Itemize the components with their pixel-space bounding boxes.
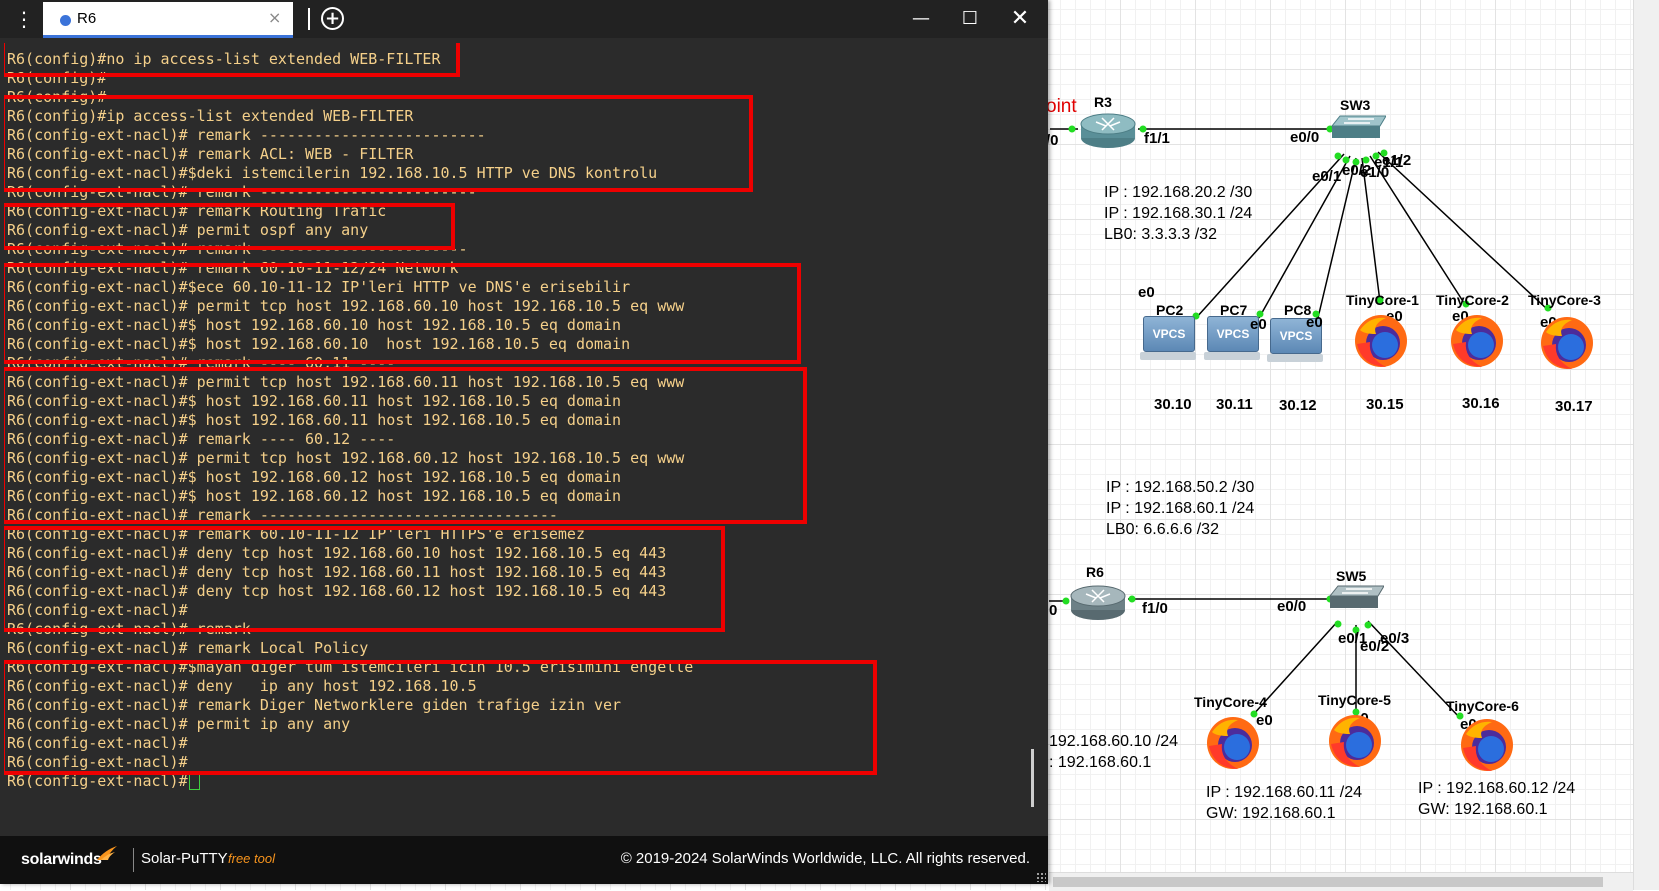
annotation-box bbox=[4, 660, 877, 775]
annotation-box bbox=[4, 263, 801, 364]
r3-right-if: f1/1 bbox=[1144, 130, 1170, 147]
tab-r6[interactable]: R6 × bbox=[43, 2, 293, 38]
title-bar: ⋮ R6 × + — ☐ ✕ bbox=[0, 0, 1048, 38]
terminal-output[interactable]: R6(config)#no ip access-list extended WE… bbox=[4, 43, 1022, 829]
maximize-button[interactable]: ☐ bbox=[955, 6, 985, 32]
r3-note: IP : 192.168.20.2 /30 IP : 192.168.30.1 … bbox=[1104, 184, 1253, 243]
sw5-name: SW5 bbox=[1336, 568, 1367, 584]
solarwinds-logo: solarwinds bbox=[21, 851, 102, 868]
ip-tag: 30.17 bbox=[1555, 398, 1593, 415]
annotation-box bbox=[4, 526, 725, 632]
copyright-text: © 2019-2024 SolarWinds Worldwide, LLC. A… bbox=[620, 850, 1030, 867]
pc2-name: PC2 bbox=[1156, 302, 1184, 318]
tinycore3-name: TinyCore-3 bbox=[1528, 292, 1601, 308]
r6-left-if: 0 bbox=[1049, 602, 1058, 619]
sw3-if-e01: e0/1 bbox=[1312, 168, 1342, 185]
tinycore6-note: IP : 192.168.60.12 /24 GW: 192.168.60.1 bbox=[1418, 780, 1576, 818]
sw5-if-e00: e0/0 bbox=[1277, 598, 1307, 615]
free-tool-tag: free tool bbox=[228, 851, 275, 866]
menu-icon[interactable]: ⋮ bbox=[14, 8, 34, 30]
scrollbar-thumb[interactable] bbox=[1053, 877, 1603, 887]
firefox-icon[interactable] bbox=[1538, 314, 1596, 372]
annotation-box bbox=[4, 367, 807, 524]
r3-name: R3 bbox=[1094, 94, 1112, 110]
sw3-name: SW3 bbox=[1340, 97, 1371, 113]
scrollbar-thumb[interactable] bbox=[1031, 749, 1034, 807]
cut-label: oint bbox=[1046, 96, 1077, 117]
tinycore6-name: TinyCore-6 bbox=[1446, 698, 1519, 714]
firefox-icon[interactable] bbox=[1352, 312, 1410, 370]
new-tab-icon[interactable]: + bbox=[321, 7, 344, 30]
tinycore4-note: 192.168.60.10 /24 : 192.168.60.1 bbox=[1049, 733, 1179, 771]
resize-grip-icon[interactable] bbox=[1036, 872, 1046, 882]
ip-tag: 30.11 bbox=[1216, 396, 1253, 413]
tinycore5-name: TinyCore-5 bbox=[1318, 692, 1391, 708]
tinycore1-name: TinyCore-1 bbox=[1346, 292, 1419, 308]
status-footer: solarwinds Solar-PuTTY free tool © 2019-… bbox=[0, 836, 1048, 884]
vpcs-icon[interactable]: VPCS bbox=[1140, 316, 1196, 360]
pc7-if: e0 bbox=[1250, 316, 1267, 333]
firefox-icon[interactable] bbox=[1204, 714, 1262, 772]
annotation-box bbox=[4, 203, 455, 250]
close-button[interactable]: ✕ bbox=[1005, 6, 1035, 32]
sw5-if-e03: e0/3 bbox=[1380, 630, 1410, 647]
pc8-if: e0 bbox=[1306, 314, 1323, 331]
product-name: Solar-PuTTY bbox=[141, 850, 228, 867]
solarwinds-flame-icon bbox=[97, 846, 117, 860]
annotation-box bbox=[4, 43, 460, 77]
tab-divider bbox=[308, 8, 310, 30]
tab-label: R6 bbox=[77, 10, 97, 27]
router-icon[interactable] bbox=[1078, 110, 1138, 150]
sw3-if-e00: e0/0 bbox=[1290, 129, 1320, 146]
pc7-name: PC7 bbox=[1220, 302, 1248, 318]
annotation-box bbox=[4, 95, 753, 192]
terminal-scrollbar[interactable] bbox=[1022, 43, 1048, 829]
switch-icon[interactable] bbox=[1326, 112, 1386, 146]
switch-icon[interactable] bbox=[1324, 582, 1384, 616]
text-cursor bbox=[188, 773, 200, 790]
terminal-line: R6(config-ext-nacl)# remark Local Policy bbox=[7, 639, 369, 657]
r6-name: R6 bbox=[1086, 564, 1104, 580]
sw3-if-e12: e1/2 bbox=[1382, 152, 1412, 169]
canvas-horizontal-scrollbar[interactable] bbox=[1049, 872, 1633, 891]
r6-right-if: f1/0 bbox=[1142, 600, 1168, 617]
canvas-vertical-scrollbar[interactable] bbox=[1633, 0, 1659, 890]
tinycore4-name: TinyCore-4 bbox=[1194, 694, 1267, 710]
session-status-icon bbox=[60, 15, 71, 26]
tinycore5-note: IP : 192.168.60.11 /24 GW: 192.168.60.1 bbox=[1206, 784, 1362, 822]
solar-putty-window: ⋮ R6 × + — ☐ ✕ R6(config)#no ip access-l… bbox=[0, 0, 1048, 884]
ip-tag: 30.15 bbox=[1366, 396, 1404, 413]
minimize-button[interactable]: — bbox=[906, 6, 936, 32]
r6-note: IP : 192.168.50.2 /30 IP : 192.168.60.1 … bbox=[1106, 479, 1255, 538]
ip-tag: 30.16 bbox=[1462, 395, 1500, 412]
close-tab-icon[interactable]: × bbox=[268, 8, 281, 27]
pc2-if-left: e0 bbox=[1138, 284, 1155, 301]
firefox-icon[interactable] bbox=[1458, 716, 1516, 774]
footer-divider bbox=[133, 848, 134, 872]
ip-tag: 30.10 bbox=[1154, 396, 1192, 413]
firefox-icon[interactable] bbox=[1326, 712, 1384, 770]
tinycore2-name: TinyCore-2 bbox=[1436, 292, 1509, 308]
router-icon[interactable] bbox=[1068, 582, 1128, 622]
ip-tag: 30.12 bbox=[1279, 397, 1317, 414]
firefox-icon[interactable] bbox=[1448, 312, 1506, 370]
